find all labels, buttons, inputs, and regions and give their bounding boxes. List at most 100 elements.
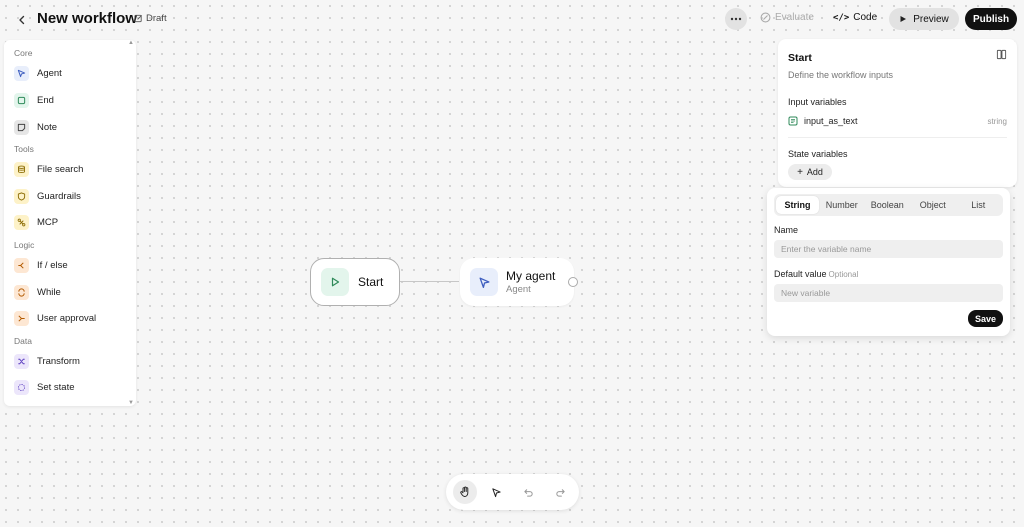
sidebar-item-label: If / else: [37, 259, 68, 271]
shuffle-icon: [14, 353, 29, 369]
mcp-icon: [14, 214, 29, 230]
draft-badge[interactable]: Draft: [134, 13, 167, 24]
sidebar-item-label: Set state: [37, 381, 75, 393]
hand-tool-button[interactable]: [453, 480, 477, 504]
agent-node-text: My agent Agent: [506, 269, 555, 295]
edit-icon: [134, 14, 142, 23]
code-icon: </>: [833, 12, 850, 23]
section-title-logic: Logic: [14, 240, 35, 250]
approval-icon: [14, 310, 29, 326]
redo-button[interactable]: [548, 480, 572, 504]
sidebar-item-guardrails[interactable]: Guardrails: [14, 186, 132, 206]
back-button[interactable]: [12, 10, 32, 30]
tab-string[interactable]: String: [776, 196, 819, 214]
start-properties-panel: Start Define the workflow inputs Input v…: [778, 39, 1017, 187]
sidebar-item-label: MCP: [37, 216, 59, 228]
hand-icon: [460, 486, 469, 497]
set-state-icon: [14, 379, 29, 395]
sidebar-item-transform[interactable]: Transform: [14, 351, 132, 371]
agent-cursor-icon: [14, 65, 29, 81]
agent-node[interactable]: My agent Agent: [460, 258, 574, 306]
node-connection-edge: [400, 281, 459, 282]
book-icon: [996, 49, 1007, 60]
tab-list[interactable]: List: [956, 196, 1002, 214]
play-icon: [321, 268, 349, 296]
sidebar-item-while[interactable]: While: [14, 282, 132, 302]
canvas-toolbar: [446, 474, 579, 510]
agent-output-port[interactable]: [568, 277, 578, 287]
state-variables-label: State variables: [788, 149, 848, 159]
scroll-up-arrow-icon[interactable]: ▲: [128, 40, 134, 46]
end-square-icon: [14, 92, 29, 108]
input-variable-row[interactable]: input_as_text string: [788, 114, 1007, 128]
section-title-tools: Tools: [14, 144, 34, 154]
tab-object[interactable]: Object: [910, 196, 956, 214]
panel-title: Start: [788, 52, 812, 64]
default-value-label: Default value Optional: [774, 269, 858, 279]
name-label: Name: [774, 225, 799, 235]
agent-node-title: My agent: [506, 269, 556, 283]
docs-button[interactable]: [996, 49, 1007, 63]
add-variable-popover: String Number Boolean Object List Name D…: [767, 188, 1010, 336]
draft-label: Draft: [146, 13, 167, 24]
sidebar-item-label: Guardrails: [37, 190, 81, 202]
publish-button[interactable]: Publish: [965, 8, 1017, 30]
evaluate-icon: [760, 12, 771, 23]
branch-icon: [14, 257, 29, 273]
section-title-data: Data: [14, 336, 32, 346]
loop-icon: [14, 284, 29, 300]
code-button[interactable]: </> Code: [833, 12, 877, 23]
sidebar-item-label: Agent: [37, 67, 62, 79]
sidebar-item-user-approval[interactable]: User approval: [14, 308, 132, 328]
sidebar-item-mcp[interactable]: MCP: [14, 212, 132, 232]
sidebar-item-if-else[interactable]: If / else: [14, 255, 132, 275]
input-variable-name: input_as_text: [804, 116, 858, 126]
undo-icon: [523, 488, 533, 497]
divider: [788, 137, 1007, 138]
pointer-tool-button[interactable]: [484, 480, 508, 504]
sidebar-item-label: While: [37, 286, 61, 298]
sidebar-item-agent[interactable]: Agent: [14, 63, 132, 83]
sidebar-item-label: Note: [37, 121, 58, 133]
workflow-title: New workflow: [37, 10, 138, 27]
save-button[interactable]: Save: [968, 310, 1003, 327]
start-node[interactable]: Start: [310, 258, 400, 306]
agent-cursor-icon: [470, 268, 498, 296]
sidebar-item-end[interactable]: End: [14, 90, 132, 110]
sidebar-item-set-state[interactable]: Set state: [14, 377, 132, 397]
more-options-button[interactable]: [725, 8, 747, 30]
play-icon: [900, 16, 907, 22]
evaluate-button[interactable]: Evaluate: [760, 12, 814, 23]
pointer-icon: [491, 487, 501, 497]
scroll-down-arrow-icon[interactable]: ▼: [128, 400, 134, 406]
note-icon: [14, 119, 29, 135]
add-state-variable-button[interactable]: + Add: [788, 164, 832, 180]
input-variable-type: string: [987, 116, 1007, 126]
default-value-label-text: Default value: [774, 269, 827, 279]
sidebar-item-label: User approval: [37, 312, 97, 324]
database-icon: [14, 161, 29, 177]
section-title-core: Core: [14, 48, 33, 58]
preview-label: Preview: [913, 13, 949, 25]
text-variable-icon: [788, 116, 798, 126]
undo-button[interactable]: [516, 480, 540, 504]
sidebar-item-note[interactable]: Note: [14, 117, 132, 137]
variable-name-input[interactable]: [774, 240, 1003, 258]
add-label: Add: [806, 167, 823, 177]
default-value-input[interactable]: [774, 284, 1003, 302]
tab-boolean[interactable]: Boolean: [865, 196, 911, 214]
sidebar-item-file-search[interactable]: File search: [14, 159, 132, 179]
input-variables-label: Input variables: [788, 97, 847, 107]
plus-icon: +: [797, 166, 803, 178]
shield-icon: [14, 188, 29, 204]
more-dots-icon: [730, 17, 742, 21]
optional-label: Optional: [828, 270, 859, 279]
sidebar-item-label: File search: [37, 163, 84, 175]
sidebar-item-label: End: [37, 94, 54, 106]
panel-description: Define the workflow inputs: [788, 70, 894, 80]
node-palette-sidebar: ▲ Core Agent End Note Tools File search …: [4, 40, 136, 406]
tab-number[interactable]: Number: [819, 196, 865, 214]
preview-button[interactable]: Preview: [889, 8, 959, 30]
agent-node-subtitle: Agent: [506, 284, 531, 295]
top-bar: New workflow Draft Evaluate </> Code Pre…: [0, 0, 1024, 40]
